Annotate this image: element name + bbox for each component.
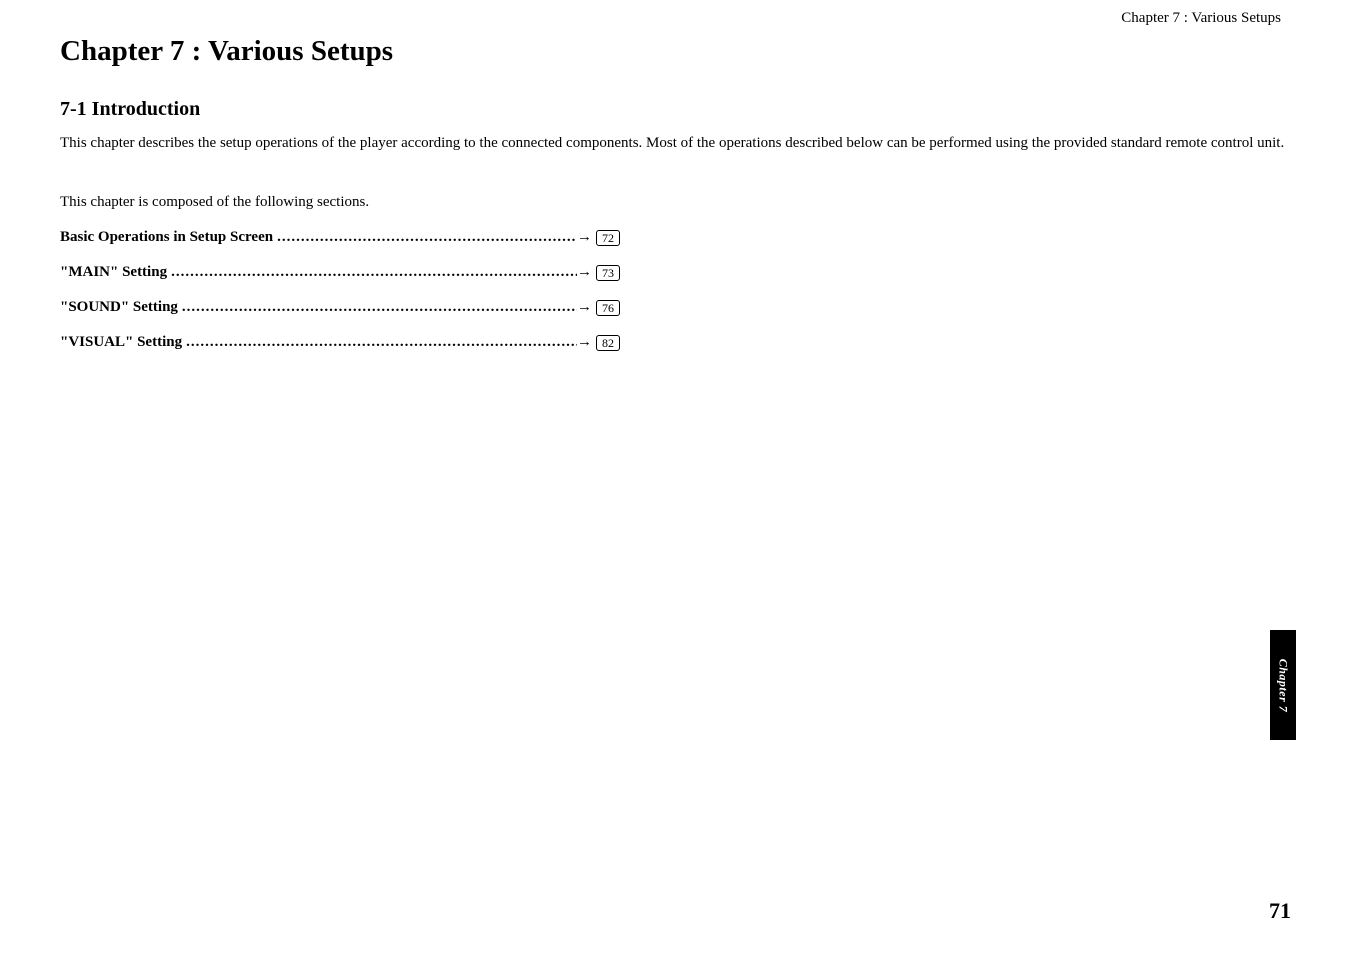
arrow-icon: → bbox=[577, 264, 592, 281]
toc-leader-dots: ........................................… bbox=[182, 334, 577, 351]
toc-entry: "SOUND" Setting ........................… bbox=[60, 299, 620, 316]
chapter-title: Chapter 7 : Various Setups bbox=[60, 35, 1291, 68]
arrow-icon: → bbox=[577, 299, 592, 316]
section-heading: 7-1 Introduction bbox=[60, 98, 1291, 121]
running-head: Chapter 7 : Various Setups bbox=[60, 10, 1291, 27]
toc-entry: "VISUAL" Setting .......................… bbox=[60, 334, 620, 351]
toc-label: Basic Operations in Setup Screen bbox=[60, 229, 273, 246]
toc-page-ref[interactable]: 76 bbox=[596, 300, 620, 316]
toc-list: Basic Operations in Setup Screen .......… bbox=[60, 229, 620, 351]
toc-page-ref[interactable]: 82 bbox=[596, 335, 620, 351]
toc-label: "VISUAL" Setting bbox=[60, 334, 182, 351]
intro-paragraph: This chapter describes the setup operati… bbox=[60, 133, 1291, 154]
toc-entry: Basic Operations in Setup Screen .......… bbox=[60, 229, 620, 246]
toc-page-ref[interactable]: 73 bbox=[596, 265, 620, 281]
toc-leader-dots: ........................................… bbox=[167, 264, 577, 281]
side-tab-label: Chapter 7 bbox=[1276, 658, 1291, 712]
toc-page-ref[interactable]: 72 bbox=[596, 230, 620, 246]
toc-leader-dots: ........................................… bbox=[273, 229, 577, 246]
page-number: 71 bbox=[1269, 898, 1291, 924]
toc-entry: "MAIN" Setting .........................… bbox=[60, 264, 620, 281]
sections-intro: This chapter is composed of the followin… bbox=[60, 194, 1291, 211]
side-tab: Chapter 7 bbox=[1270, 630, 1296, 740]
arrow-icon: → bbox=[577, 334, 592, 351]
toc-leader-dots: ........................................… bbox=[178, 299, 577, 316]
arrow-icon: → bbox=[577, 229, 592, 246]
toc-label: "MAIN" Setting bbox=[60, 264, 167, 281]
toc-label: "SOUND" Setting bbox=[60, 299, 178, 316]
